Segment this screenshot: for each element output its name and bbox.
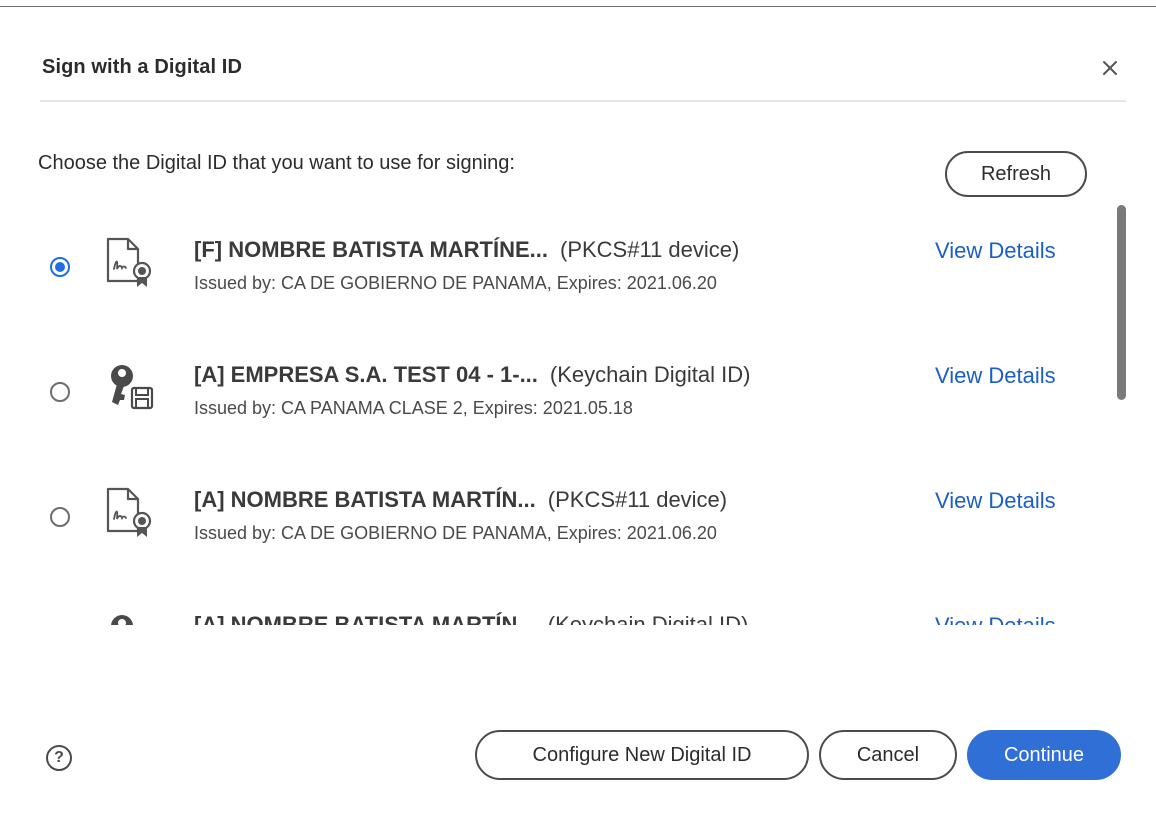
key-icon xyxy=(104,362,156,414)
digital-id-name: [A] NOMBRE BATISTA MARTÍN... (PKCS#11 dev… xyxy=(194,487,727,513)
digital-id-label: [A] NOMBRE BATISTA MARTÍN... xyxy=(194,612,536,625)
dialog-title: Sign with a Digital ID xyxy=(42,56,242,78)
digital-id-type: (Keychain Digital ID) xyxy=(547,612,749,625)
digital-id-label: [A] EMPRESA S.A. TEST 04 - 1-... xyxy=(194,362,538,387)
digital-id-row[interactable]: [A] NOMBRE BATISTA MARTÍN... (Keychain Di… xyxy=(0,600,1110,625)
digital-id-list[interactable]: [F] NOMBRE BATISTA MARTÍNE... (PKCS#11 de… xyxy=(0,205,1156,625)
continue-button[interactable]: Continue xyxy=(967,730,1121,780)
help-icon[interactable]: ? xyxy=(46,745,72,771)
digital-id-type: (PKCS#11 device) xyxy=(547,487,728,512)
cancel-button[interactable]: Cancel xyxy=(819,730,957,780)
digital-id-row[interactable]: [F] NOMBRE BATISTA MARTÍNE... (PKCS#11 de… xyxy=(0,225,1110,305)
list-scrollbar[interactable] xyxy=(1117,205,1126,400)
view-details-link[interactable]: View Details xyxy=(935,363,1056,389)
certificate-icon xyxy=(104,487,156,539)
digital-id-label: [F] NOMBRE BATISTA MARTÍNE... xyxy=(194,237,548,262)
view-details-link[interactable]: View Details xyxy=(935,488,1056,514)
refresh-button[interactable]: Refresh xyxy=(945,151,1087,197)
digital-id-label: [A] NOMBRE BATISTA MARTÍN... xyxy=(194,487,536,512)
radio-button-selected[interactable] xyxy=(50,257,70,277)
radio-button[interactable] xyxy=(50,382,70,402)
title-divider xyxy=(40,100,1126,102)
view-details-link[interactable]: View Details xyxy=(935,613,1056,625)
digital-id-issuer: Issued by: CA DE GOBIERNO DE PANAMA, Exp… xyxy=(194,523,717,543)
digital-id-issuer: Issued by: CA DE GOBIERNO DE PANAMA, Exp… xyxy=(194,273,717,293)
digital-id-row[interactable]: [A] NOMBRE BATISTA MARTÍN... (PKCS#11 dev… xyxy=(0,475,1110,555)
close-icon[interactable] xyxy=(1098,56,1122,80)
digital-id-row[interactable]: [A] EMPRESA S.A. TEST 04 - 1-... (Keychai… xyxy=(0,350,1110,430)
radio-button[interactable] xyxy=(50,507,70,527)
view-details-link[interactable]: View Details xyxy=(935,238,1056,264)
digital-id-issuer: Issued by: CA PANAMA CLASE 2, Expires: 2… xyxy=(194,398,633,418)
key-icon xyxy=(104,612,156,625)
digital-id-name: [A] EMPRESA S.A. TEST 04 - 1-... (Keychai… xyxy=(194,362,750,388)
sign-digital-id-dialog: Sign with a Digital ID Choose the Digita… xyxy=(0,0,1156,825)
digital-id-name: [F] NOMBRE BATISTA MARTÍNE... (PKCS#11 de… xyxy=(194,237,739,263)
configure-new-digital-id-button[interactable]: Configure New Digital ID xyxy=(475,730,809,780)
digital-id-type: (PKCS#11 device) xyxy=(560,237,740,262)
choose-id-prompt: Choose the Digital ID that you want to u… xyxy=(38,152,515,174)
digital-id-type: (Keychain Digital ID) xyxy=(549,362,751,387)
certificate-icon xyxy=(104,237,156,289)
digital-id-name: [A] NOMBRE BATISTA MARTÍN... (Keychain Di… xyxy=(194,612,748,625)
